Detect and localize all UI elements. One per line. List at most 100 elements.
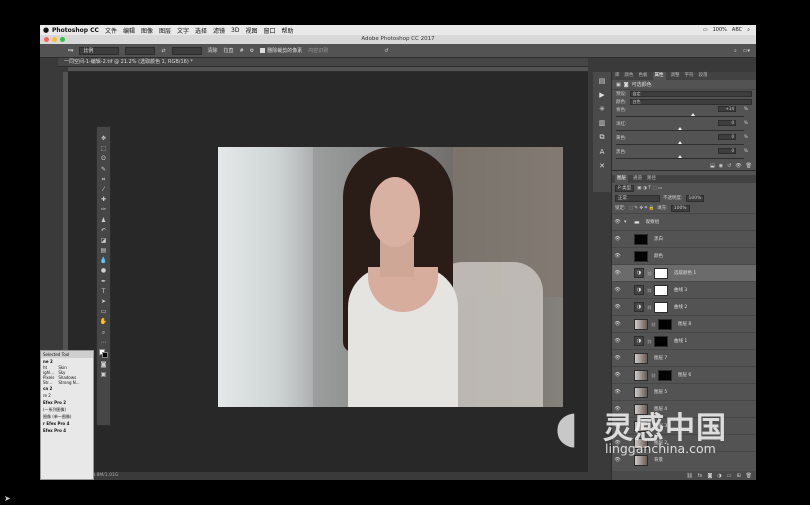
content-aware-checkbox[interactable]: 内容识别	[308, 47, 328, 54]
menu-type[interactable]: 文字	[177, 26, 189, 35]
new-layer-icon[interactable]: ⊞	[736, 473, 740, 479]
layer-name[interactable]: 图层 5	[654, 389, 667, 395]
clone-source-icon[interactable]: ⧉	[600, 133, 605, 142]
reset-icon[interactable]: ↺	[727, 163, 731, 169]
preset-row[interactable]: ne 2	[41, 358, 93, 365]
mask-link-icon[interactable]: ⛓	[647, 305, 652, 310]
fx-icon[interactable]: fx	[698, 473, 703, 479]
visibility-eye-icon[interactable]: 👁	[614, 338, 621, 344]
layer-name[interactable]: 曲线 3	[674, 287, 687, 293]
preset-item[interactable]: Efex Pro 4	[41, 427, 93, 434]
screen-mode-icon[interactable]: ▣	[99, 371, 109, 378]
search-panel-icon[interactable]: ⌕	[734, 48, 737, 54]
menu-layer[interactable]: 图层	[159, 26, 171, 35]
height-input[interactable]	[171, 46, 202, 55]
ratio-select[interactable]: 比例	[79, 46, 120, 55]
dodge-tool-icon[interactable]: ●	[99, 267, 109, 274]
apple-icon[interactable]: ●	[40, 26, 52, 34]
preset-item[interactable]: Efex Pro 2	[41, 399, 93, 406]
slider-value[interactable]: +14	[718, 106, 736, 112]
layer-mask-thumbnail[interactable]	[634, 250, 648, 262]
tab-adjustments[interactable]: 调整	[671, 72, 680, 80]
crop-tool-icon[interactable]: ⌗▾	[68, 48, 73, 54]
link-layers-icon[interactable]: ⛓	[686, 473, 692, 479]
tab-libraries[interactable]: 库	[615, 72, 620, 80]
kind-filter-select[interactable]: P 类型	[615, 184, 635, 192]
mask-link-icon[interactable]: ⛓	[651, 373, 656, 378]
color-swatches[interactable]	[99, 348, 108, 358]
background-color-icon[interactable]	[102, 351, 108, 358]
slider-knob[interactable]	[678, 127, 682, 130]
slider-track[interactable]	[616, 158, 744, 159]
document-image[interactable]	[218, 147, 563, 407]
menu-image[interactable]: 图像	[141, 26, 153, 35]
adjustment-layer-icon[interactable]: ◑	[634, 336, 644, 346]
path-select-tool-icon[interactable]: ➤	[99, 298, 109, 305]
close-window-button[interactable]	[44, 37, 49, 42]
layer-row[interactable]: 👁 ⛓ 图层 8	[612, 315, 756, 332]
opacity-input[interactable]: 100%	[685, 194, 705, 202]
layer-mask-thumbnail[interactable]	[658, 318, 672, 330]
filter-icons[interactable]: ▣ ◑ T ⬚ ▭	[637, 186, 662, 191]
visibility-eye-icon[interactable]: 👁	[614, 270, 621, 276]
preset-item[interactable]: ca 2	[41, 385, 93, 392]
lasso-tool-icon[interactable]: ʘ	[99, 155, 109, 162]
folder-icon[interactable]: ▬	[634, 219, 640, 226]
adjustment-layer-icon[interactable]: ◑	[634, 285, 644, 295]
grid-overlay-icon[interactable]: #	[240, 48, 244, 54]
layer-name[interactable]: 选取颜色 1	[674, 270, 696, 276]
delete-cropped-checkbox[interactable]: 删除裁剪的像素	[260, 47, 302, 54]
slider-track[interactable]	[616, 116, 744, 117]
layer-mask-thumbnail[interactable]	[654, 335, 668, 347]
visibility-eye-icon[interactable]: 👁	[614, 219, 621, 225]
tab-properties[interactable]: 属性	[652, 72, 666, 80]
visibility-eye-icon[interactable]: 👁	[614, 253, 621, 259]
layer-row[interactable]: 👁 ◑ ⛓ 曲线 2	[612, 298, 756, 315]
slider-knob[interactable]	[678, 155, 682, 158]
reset-icon[interactable]: ↺	[384, 48, 388, 54]
document-tab[interactable]: 一同空间-1-编辑-2.tif @ 21.2% (选取颜色 1, RGB/16)…	[58, 58, 588, 67]
visibility-icon[interactable]: 👁	[735, 163, 741, 169]
preset-select[interactable]: 自定	[629, 91, 752, 97]
histogram-panel-icon[interactable]: ▥	[599, 119, 606, 127]
layer-row[interactable]: 👁 ◑ ⛓ 选取颜色 1	[612, 264, 756, 281]
crop-tool-icon[interactable]: ⌗	[99, 176, 109, 183]
clip-icon[interactable]: ⬓	[710, 163, 715, 169]
app-menu[interactable]: Photoshop CC	[52, 27, 99, 34]
layer-thumbnail[interactable]	[634, 318, 648, 330]
menu-select[interactable]: 选择	[195, 26, 207, 35]
layer-thumbnail[interactable]	[634, 369, 648, 381]
pen-tool-icon[interactable]: ✒	[99, 278, 109, 285]
history-panel-icon[interactable]: ▤	[599, 77, 606, 85]
quick-select-tool-icon[interactable]: ✎	[99, 166, 109, 173]
slider-value[interactable]: 0	[718, 120, 736, 126]
blend-mode-select[interactable]: 正常	[615, 194, 660, 202]
tab-color[interactable]: 颜色	[625, 72, 634, 80]
straighten-button[interactable]: 拉直	[224, 47, 234, 54]
menu-filter[interactable]: 滤镜	[213, 26, 225, 35]
slider-knob[interactable]	[678, 141, 682, 144]
preset-item[interactable]: r Efex Pro 4	[41, 420, 93, 427]
layer-name[interactable]: 曲线 1	[674, 338, 687, 344]
layer-row[interactable]: 👁 ◑ ⛓ 曲线 3	[612, 281, 756, 298]
marquee-tool-icon[interactable]: ⬚	[99, 145, 109, 152]
preset-item[interactable]: Strong N...	[58, 380, 79, 385]
view-previous-icon[interactable]: ◉	[719, 163, 723, 169]
swap-icon[interactable]: ⇄	[161, 48, 165, 54]
tab-swatches[interactable]: 色板	[639, 72, 648, 80]
menu-view[interactable]: 视图	[245, 26, 257, 35]
color-select[interactable]: 白色	[629, 99, 752, 105]
eyedropper-tool-icon[interactable]: ⁄	[99, 186, 109, 193]
mask-link-icon[interactable]: ⛓	[647, 288, 652, 293]
menu-window[interactable]: 窗口	[264, 26, 276, 35]
layer-row[interactable]: 👁 黑白	[612, 230, 756, 247]
layer-name[interactable]: 颜色	[654, 253, 663, 259]
fill-input[interactable]: 100%	[670, 204, 690, 212]
history-brush-tool-icon[interactable]: ↶	[99, 227, 109, 234]
layer-thumbnail[interactable]	[634, 352, 648, 364]
mask-link-icon[interactable]: ⛓	[647, 339, 652, 344]
layer-name[interactable]: 图层 6	[678, 372, 691, 378]
tools-preset-icon[interactable]: ✕	[599, 162, 605, 170]
minimize-window-button[interactable]	[52, 37, 57, 42]
actions-panel-icon[interactable]: ▶	[599, 91, 604, 99]
